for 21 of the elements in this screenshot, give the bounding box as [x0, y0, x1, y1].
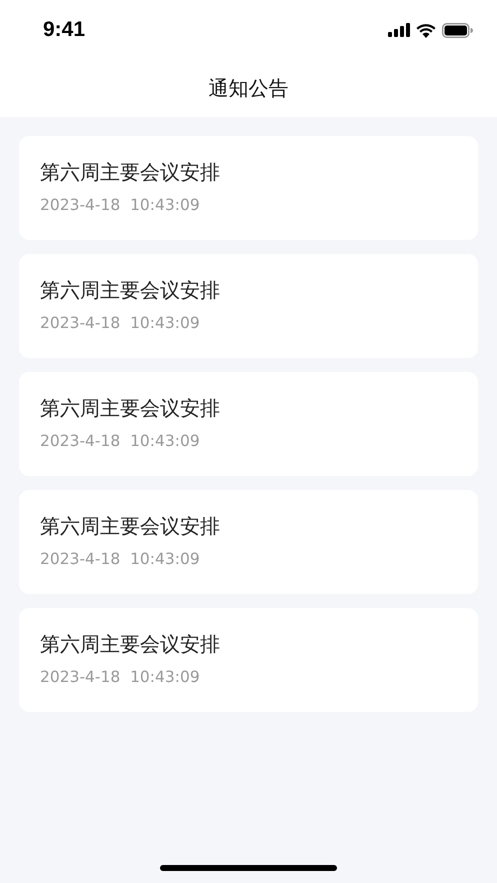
notice-card[interactable]: 第六周主要会议安排 2023-4-18 10:43:09 [19, 490, 478, 594]
home-indicator[interactable] [160, 865, 337, 871]
battery-icon [442, 22, 473, 38]
status-time: 9:41 [43, 18, 86, 42]
notice-title: 第六周主要会议安排 [40, 631, 221, 658]
notice-card[interactable]: 第六周主要会议安排 2023-4-18 10:43:09 [19, 372, 478, 476]
page-title: 通知公告 [208, 75, 288, 102]
notice-date: 2023-4-18 10:43:09 [40, 313, 201, 333]
notice-title: 第六周主要会议安排 [40, 277, 221, 304]
notice-card[interactable]: 第六周主要会议安排 2023-4-18 10:43:09 [19, 608, 478, 712]
notice-date: 2023-4-18 10:43:09 [40, 431, 201, 451]
notice-title: 第六周主要会议安排 [40, 513, 221, 540]
notice-date: 2023-4-18 10:43:09 [40, 195, 201, 215]
signal-icon [388, 23, 410, 37]
wifi-icon [416, 22, 436, 38]
notice-date: 2023-4-18 10:43:09 [40, 667, 201, 687]
notice-title: 第六周主要会议安排 [40, 159, 221, 186]
notice-card[interactable]: 第六周主要会议安排 2023-4-18 10:43:09 [19, 136, 478, 240]
notice-date: 2023-4-18 10:43:09 [40, 549, 201, 569]
notice-title: 第六周主要会议安排 [40, 395, 221, 422]
notice-card[interactable]: 第六周主要会议安排 2023-4-18 10:43:09 [19, 254, 478, 358]
